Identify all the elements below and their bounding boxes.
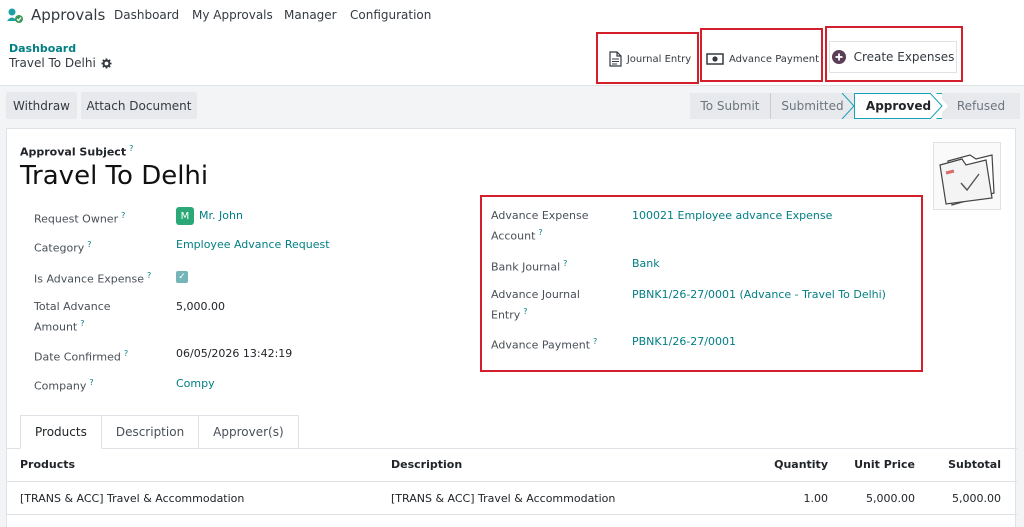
advance-journal-entry-field[interactable]: PBNK1/26-27/0001 (Advance - Travel To De… bbox=[632, 288, 886, 301]
total-advance-amount-field[interactable]: 5,000.00 bbox=[176, 300, 225, 313]
request-owner-field[interactable]: M Mr. John bbox=[176, 207, 243, 225]
highlight-box-advance-payment bbox=[700, 28, 823, 82]
table-header: Products Description Quantity Unit Price… bbox=[7, 449, 1017, 482]
cell-quantity: 1.00 bbox=[803, 492, 829, 505]
withdraw-button[interactable]: Withdraw bbox=[6, 92, 77, 119]
attach-document-button[interactable]: Attach Document bbox=[81, 92, 197, 119]
breadcrumb-current: Travel To Delhi bbox=[9, 56, 112, 70]
advance-journal-entry-label: Advance Journal Entry? bbox=[491, 288, 580, 322]
stage-arrows bbox=[841, 93, 948, 119]
control-panel: Dashboard Travel To Delhi Journal Entry bbox=[0, 26, 1024, 86]
cell-product: [TRANS & ACC] Travel & Accommodation bbox=[20, 492, 245, 505]
approval-subject-field[interactable]: Travel To Delhi bbox=[20, 161, 208, 191]
approval-subject-label: Approval Subject? bbox=[20, 144, 134, 159]
category-label: Category? bbox=[34, 240, 92, 255]
table-row[interactable]: [TRANS & ACC] Travel & Accommodation [TR… bbox=[7, 483, 1017, 515]
company-label: Company? bbox=[34, 378, 94, 393]
cell-unit-price: 5,000.00 bbox=[866, 492, 915, 505]
category-field[interactable]: Employee Advance Request bbox=[176, 238, 330, 251]
app-name[interactable]: Approvals bbox=[31, 6, 105, 24]
highlight-box-journal-entry bbox=[596, 32, 699, 84]
column-products[interactable]: Products bbox=[20, 458, 75, 471]
notebook-tabs: Products Description Approver(s) bbox=[20, 415, 299, 449]
breadcrumb-dashboard[interactable]: Dashboard bbox=[9, 42, 76, 55]
date-confirmed-field[interactable]: 06/05/2026 13:42:19 bbox=[176, 347, 292, 360]
column-subtotal[interactable]: Subtotal bbox=[948, 458, 1001, 471]
date-confirmed-label: Date Confirmed? bbox=[34, 349, 129, 364]
form-sheet: Approval Subject? Travel To Delhi Reques… bbox=[6, 128, 1017, 527]
highlight-box-create-expenses bbox=[825, 26, 963, 82]
tab-products[interactable]: Products bbox=[20, 415, 102, 449]
bank-journal-field[interactable]: Bank bbox=[632, 257, 660, 270]
cell-subtotal: 5,000.00 bbox=[952, 492, 1001, 505]
tab-description[interactable]: Description bbox=[101, 415, 200, 449]
help-icon[interactable]: ? bbox=[129, 144, 133, 153]
nav-my-approvals[interactable]: My Approvals bbox=[192, 8, 273, 22]
is-advance-expense-checkbox[interactable]: ✓ bbox=[176, 271, 188, 283]
request-owner-label: Request Owner? bbox=[34, 211, 126, 226]
approvals-app-icon[interactable] bbox=[6, 7, 24, 25]
nav-dashboard[interactable]: Dashboard bbox=[114, 8, 179, 22]
cell-description: [TRANS & ACC] Travel & Accommodation bbox=[391, 492, 616, 505]
advance-expense-account-label: Advance Expense Account? bbox=[491, 209, 589, 243]
avatar: M bbox=[176, 207, 194, 225]
advance-payment-field[interactable]: PBNK1/26-27/0001 bbox=[632, 335, 736, 348]
gear-icon[interactable] bbox=[101, 57, 112, 69]
advance-payment-label: Advance Payment? bbox=[491, 337, 598, 352]
folder-checkmark-image bbox=[933, 142, 1001, 210]
company-field[interactable]: Compy bbox=[176, 377, 215, 390]
column-description[interactable]: Description bbox=[391, 458, 462, 471]
nav-manager[interactable]: Manager bbox=[284, 8, 337, 22]
total-advance-amount-label: Total Advance Amount? bbox=[34, 300, 111, 334]
column-quantity[interactable]: Quantity bbox=[774, 458, 828, 471]
tab-approvers[interactable]: Approver(s) bbox=[199, 415, 299, 449]
folder-icon bbox=[939, 154, 995, 206]
nav-configuration[interactable]: Configuration bbox=[350, 8, 431, 22]
advance-expense-account-field[interactable]: 100021 Employee advance Expense bbox=[632, 209, 832, 222]
record-title: Travel To Delhi bbox=[9, 56, 96, 70]
column-unit-price[interactable]: Unit Price bbox=[854, 458, 915, 471]
bank-journal-label: Bank Journal? bbox=[491, 259, 568, 274]
is-advance-expense-label: Is Advance Expense? bbox=[34, 271, 152, 286]
